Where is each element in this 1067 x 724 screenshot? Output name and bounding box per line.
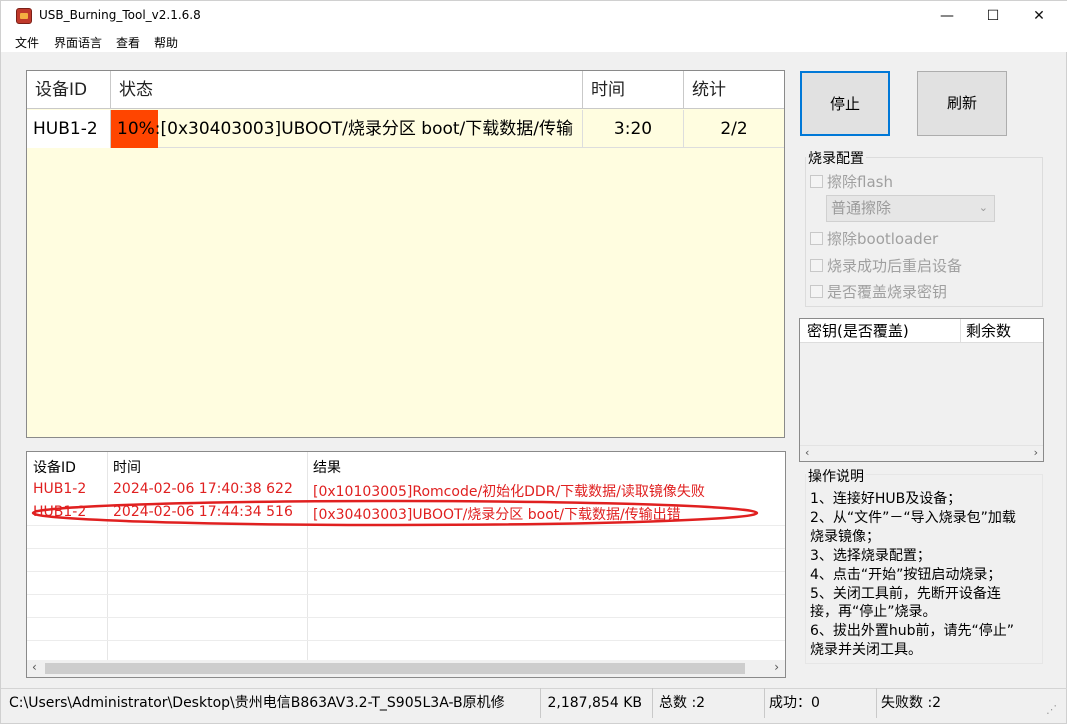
row-divider <box>27 617 785 618</box>
log-header-device-id[interactable]: 设备ID <box>33 457 76 477</box>
row-divider <box>27 640 785 641</box>
progress-percent: 10% <box>117 119 155 139</box>
erase-bootloader-checkbox[interactable]: 擦除bootloader <box>810 228 938 249</box>
log-device-id: HUB1-2 <box>33 481 87 497</box>
header-time[interactable]: 时间 <box>583 71 684 109</box>
header-remaining[interactable]: 剩余数 <box>966 319 1011 343</box>
log-time: 2024-02-06 17:40:38 622 <box>113 481 293 497</box>
count-cell: 2/2 <box>720 119 748 139</box>
scroll-thumb[interactable] <box>45 663 745 674</box>
scroll-left-icon[interactable]: ‹ <box>32 660 37 674</box>
overwrite-key-checkbox[interactable]: 是否覆盖烧录密钥 <box>810 281 947 302</box>
header-status[interactable]: 状态 <box>111 71 583 109</box>
instruction-line: 3、选择烧录配置； <box>810 547 931 564</box>
key-table-hscrollbar[interactable]: ‹ › <box>800 445 1043 461</box>
device-id-cell: HUB1-2 <box>27 110 111 148</box>
maximize-button[interactable]: ☐ <box>970 1 1016 32</box>
instruction-line: 2、从“文件”－“导入烧录包”加载 <box>810 509 1016 526</box>
burn-config-title: 烧录配置 <box>806 148 866 168</box>
menu-help[interactable]: 帮助 <box>154 34 178 51</box>
key-table-header: 密钥(是否覆盖) 剩余数 <box>800 319 1043 343</box>
erase-flash-checkbox[interactable]: 擦除flash <box>810 171 893 192</box>
instructions-title: 操作说明 <box>806 466 866 486</box>
instruction-line: 接，再“停止”烧录。 <box>810 604 937 621</box>
main-window: USB_Burning_Tool_v2.1.6.8 — ☐ ✕ 文件 界面语言 … <box>0 0 1067 724</box>
device-row[interactable]: HUB1-2 10%:[0x30403003]UBOOT/烧录分区 boot/下… <box>27 110 784 148</box>
log-header-time[interactable]: 时间 <box>113 457 141 477</box>
instruction-line: 烧录镜像； <box>810 528 880 545</box>
header-stats[interactable]: 统计 <box>684 71 784 109</box>
resize-grip-icon[interactable]: ⋰ <box>1046 703 1057 716</box>
scroll-left-icon[interactable]: ‹ <box>805 446 809 459</box>
instruction-line: 5、关闭工具前，先断开设备连 <box>810 585 1001 602</box>
menu-bar: 文件 界面语言 查看 帮助 <box>1 32 1067 52</box>
reboot-after-checkbox[interactable]: 烧录成功后重启设备 <box>810 255 962 276</box>
minimize-button[interactable]: — <box>924 1 970 32</box>
close-button[interactable]: ✕ <box>1016 1 1062 32</box>
log-header-result[interactable]: 结果 <box>313 457 341 477</box>
status-success: 成功：0 <box>765 688 877 718</box>
stop-button[interactable]: 停止 <box>800 71 890 136</box>
instruction-line: 4、点击“开始”按钮启动烧录； <box>810 566 1002 583</box>
row-divider <box>27 571 785 572</box>
menu-file[interactable]: 文件 <box>15 34 39 51</box>
status-total: 总数 :2 <box>653 688 765 718</box>
instructions-text: 1、连接好HUB及设备； 2、从“文件”－“导入烧录包”加载 烧录镜像； 3、选… <box>810 490 1042 660</box>
column-divider <box>107 452 108 660</box>
instruction-line: 6、拔出外置hub前，请先“停止” <box>810 623 1015 640</box>
red-annotation-ellipse <box>31 499 759 527</box>
title-bar: USB_Burning_Tool_v2.1.6.8 — ☐ ✕ <box>1 1 1067 32</box>
header-key[interactable]: 密钥(是否覆盖) <box>807 319 909 343</box>
status-path: C:\Users\Administrator\Desktop\贵州电信B863A… <box>5 688 541 718</box>
instruction-line: 烧录并关闭工具。 <box>810 642 922 659</box>
status-text: :[0x30403003]UBOOT/烧录分区 boot/下载数据/传输 <box>154 119 573 139</box>
scroll-right-icon[interactable]: › <box>774 660 779 674</box>
chevron-down-icon: ⌄ <box>978 201 988 214</box>
log-hscrollbar[interactable]: ‹ › <box>27 660 785 677</box>
row-divider <box>27 594 785 595</box>
refresh-button[interactable]: 刷新 <box>917 71 1007 136</box>
erase-mode-select[interactable]: 普通擦除 ⌄ <box>826 195 995 222</box>
status-fail: 失败数 :2 <box>881 695 942 711</box>
scroll-right-icon[interactable]: › <box>1034 446 1038 459</box>
header-divider <box>960 319 961 343</box>
app-icon <box>16 8 32 24</box>
status-size: 2,187,854 KB <box>541 688 653 718</box>
column-divider <box>307 452 308 660</box>
time-cell: 3:20 <box>583 110 684 148</box>
log-table: 设备ID 时间 结果 HUB1-2 2024-02-06 17:40:38 62… <box>26 451 786 678</box>
window-title: USB_Burning_Tool_v2.1.6.8 <box>39 8 201 22</box>
device-table: 设备ID 状态 时间 统计 HUB1-2 10%:[0x30403003]UBO… <box>26 70 785 438</box>
key-table: 密钥(是否覆盖) 剩余数 ‹ › <box>799 318 1044 462</box>
row-divider <box>27 548 785 549</box>
erase-mode-value: 普通擦除 <box>831 199 892 217</box>
instruction-line: 1、连接好HUB及设备； <box>810 491 962 507</box>
menu-language[interactable]: 界面语言 <box>54 34 102 51</box>
menu-view[interactable]: 查看 <box>116 34 140 51</box>
status-cell: 10%:[0x30403003]UBOOT/烧录分区 boot/下载数据/传输 <box>111 110 583 148</box>
header-device-id[interactable]: 设备ID <box>27 71 111 109</box>
